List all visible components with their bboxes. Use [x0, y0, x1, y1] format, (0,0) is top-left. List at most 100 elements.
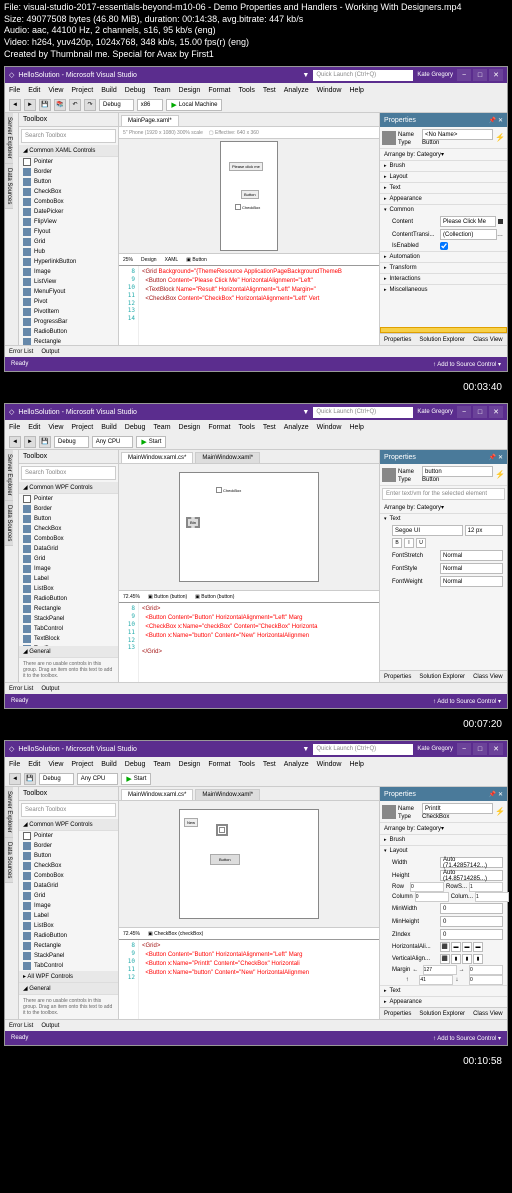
menu-design[interactable]: Design: [179, 87, 201, 94]
prop-marker[interactable]: [498, 219, 503, 224]
toolbox-search[interactable]: Search Toolbox: [21, 466, 116, 480]
breadcrumb-2[interactable]: ▣ Button (button): [195, 594, 234, 600]
mock-button-1[interactable]: Please click me: [229, 162, 263, 171]
toolbox-item-grid[interactable]: Grid: [19, 554, 118, 564]
forward-button[interactable]: ►: [24, 436, 36, 448]
toolbox-item-image[interactable]: Image: [19, 267, 118, 277]
back-button[interactable]: ◄: [9, 436, 21, 448]
content-input[interactable]: Please Click Me: [440, 216, 496, 227]
toolbox-item-grid[interactable]: Grid: [19, 237, 118, 247]
menu-help[interactable]: Help: [350, 761, 364, 768]
menu-view[interactable]: View: [48, 424, 63, 431]
name-input[interactable]: button: [422, 466, 493, 477]
toolbox-item-pivot[interactable]: Pivot: [19, 297, 118, 307]
halign-center[interactable]: ▬: [451, 942, 461, 952]
arrange-by[interactable]: Arrange by: Category ▾: [380, 149, 507, 160]
width-input[interactable]: Auto (71.42857142...): [440, 857, 503, 868]
toolbox-item-button[interactable]: Button: [19, 851, 118, 861]
underline-button[interactable]: U: [416, 538, 426, 548]
doc-tab-xaml[interactable]: MainWindow.xaml*: [195, 789, 260, 800]
source-control-button[interactable]: ↑ Add to Source Control ▾: [433, 361, 501, 368]
notification-icon[interactable]: ▼: [302, 746, 309, 753]
zoom-level[interactable]: 25%: [123, 257, 133, 263]
menu-edit[interactable]: Edit: [28, 424, 40, 431]
toolbox-item-flipview[interactable]: FlipView: [19, 217, 118, 227]
colspan-input[interactable]: [475, 892, 509, 902]
toolbox-group-allwpf[interactable]: ▸ All WPF Controls: [19, 971, 118, 983]
menu-test[interactable]: Test: [263, 424, 276, 431]
menu-format[interactable]: Format: [208, 761, 230, 768]
events-icon[interactable]: ⚡: [495, 133, 505, 142]
forward-button[interactable]: ►: [24, 99, 36, 111]
menu-build[interactable]: Build: [101, 761, 117, 768]
code-editor[interactable]: 891011121314 <Grid Background="{ThemeRes…: [119, 265, 379, 345]
arrange-by[interactable]: Arrange by: Category ▾: [380, 823, 507, 834]
toolbox-item-radiobutton[interactable]: RadioButton: [19, 931, 118, 941]
minimize-button[interactable]: −: [457, 69, 471, 81]
close-button[interactable]: ✕: [489, 743, 503, 755]
height-input[interactable]: Auto (14.85714285...): [440, 870, 503, 881]
toolbox-search[interactable]: Search Toolbox: [21, 129, 116, 143]
cat-brush[interactable]: Brush: [380, 160, 507, 171]
close-button[interactable]: ✕: [489, 406, 503, 418]
enabled-checkbox[interactable]: [440, 242, 448, 250]
menu-tools[interactable]: Tools: [239, 424, 255, 431]
size-input[interactable]: 12 px: [465, 525, 503, 536]
menu-team[interactable]: Team: [153, 761, 170, 768]
cat-common[interactable]: Common: [380, 204, 507, 215]
tab-solution-explorer[interactable]: Solution Explorer: [419, 1011, 465, 1017]
toolbox-item-image[interactable]: Image: [19, 564, 118, 574]
toolbox-item-listbox[interactable]: ListBox: [19, 921, 118, 931]
server-explorer-tab[interactable]: Server Explorer: [5, 787, 13, 838]
run-button[interactable]: ▶Local Machine: [166, 99, 222, 111]
tab-error-list[interactable]: Error List: [9, 349, 33, 355]
menu-debug[interactable]: Debug: [125, 761, 146, 768]
config-dropdown[interactable]: Debug: [99, 99, 134, 111]
data-sources-tab[interactable]: Data Sources: [5, 164, 13, 209]
pin-icon[interactable]: 📌: [488, 454, 495, 461]
toolbox-group-wpf[interactable]: ◢ Common WPF Controls: [19, 819, 118, 831]
doc-tab-cs[interactable]: MainWindow.xaml.cs*: [121, 789, 193, 800]
minheight-input[interactable]: 0: [440, 916, 503, 927]
toolbox-search[interactable]: Search Toolbox: [21, 803, 116, 817]
menu-project[interactable]: Project: [71, 424, 93, 431]
design-surface[interactable]: Please click me Button CheckBox: [119, 139, 379, 253]
tab-properties[interactable]: Properties: [384, 1011, 411, 1017]
platform-dropdown[interactable]: Any CPU: [77, 773, 119, 785]
mock-checkbox[interactable]: CheckBox: [216, 487, 241, 493]
zoom-level[interactable]: 72.45%: [123, 594, 140, 600]
mock-button-2[interactable]: New: [184, 818, 198, 827]
menu-team[interactable]: Team: [153, 87, 170, 94]
data-sources-tab[interactable]: Data Sources: [5, 838, 13, 883]
menu-format[interactable]: Format: [208, 87, 230, 94]
xaml-tab[interactable]: XAML: [165, 257, 179, 263]
arrange-by[interactable]: Arrange by: Category ▾: [380, 502, 507, 513]
toolbox-item-listbox[interactable]: ListBox: [19, 584, 118, 594]
maximize-button[interactable]: □: [473, 69, 487, 81]
zoom-level[interactable]: 72.45%: [123, 931, 140, 937]
toolbox-item-hub[interactable]: Hub: [19, 247, 118, 257]
tab-error-list[interactable]: Error List: [9, 1023, 33, 1029]
cat-text[interactable]: Text: [380, 985, 507, 996]
menu-window[interactable]: Window: [317, 424, 342, 431]
toolbox-item-listview[interactable]: ListView: [19, 277, 118, 287]
panel-close-icon[interactable]: ✕: [498, 454, 503, 461]
toolbox-item-flyout[interactable]: Flyout: [19, 227, 118, 237]
toolbox-item-button[interactable]: Button: [19, 177, 118, 187]
toolbox-item-label[interactable]: Label: [19, 911, 118, 921]
margin-top-input[interactable]: [419, 975, 453, 985]
save-button[interactable]: 💾: [39, 99, 51, 111]
toolbox-item-pivotitem[interactable]: PivotItem: [19, 307, 118, 317]
minimize-button[interactable]: −: [457, 743, 471, 755]
name-input[interactable]: PrintIt: [422, 803, 493, 814]
server-explorer-tab[interactable]: Server Explorer: [5, 450, 13, 501]
notification-icon[interactable]: ▼: [302, 72, 309, 79]
close-button[interactable]: ✕: [489, 69, 503, 81]
menu-help[interactable]: Help: [350, 424, 364, 431]
quick-launch-input[interactable]: Quick Launch (Ctrl+Q): [313, 70, 413, 81]
code-text[interactable]: <Grid Background="{ThemeResource Applica…: [139, 266, 379, 345]
property-search[interactable]: Enter text/vm for the selected element: [382, 488, 505, 500]
menu-analyze[interactable]: Analyze: [284, 87, 309, 94]
row-input[interactable]: [410, 882, 444, 892]
mock-checkbox[interactable]: CheckBox: [235, 204, 260, 210]
